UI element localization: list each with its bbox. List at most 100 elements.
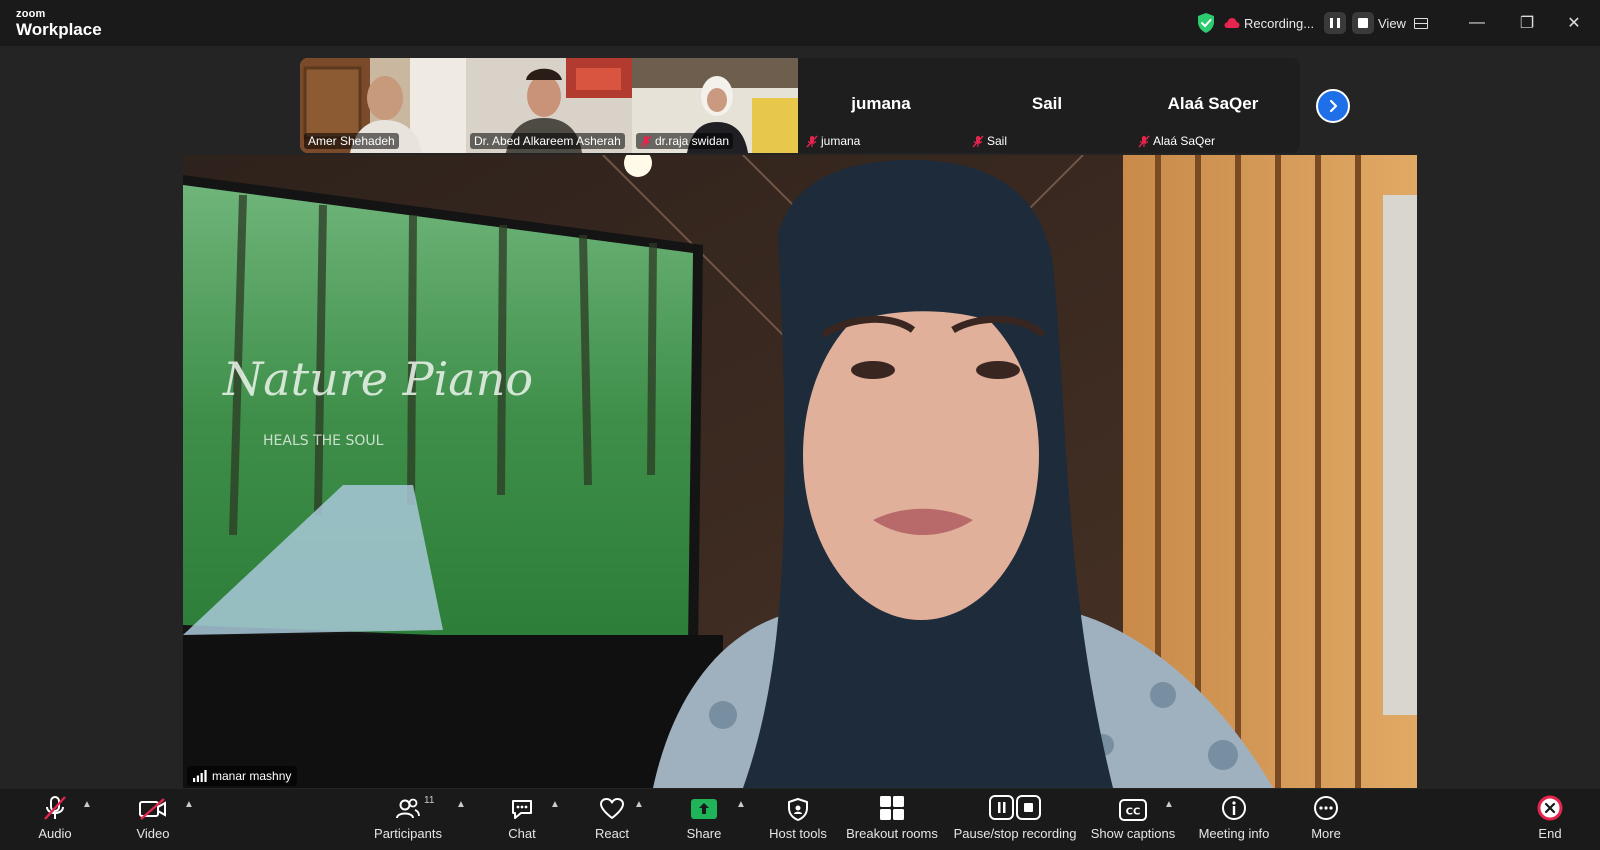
participant-tile[interactable]: jumana jumana <box>798 58 964 153</box>
pause-recording-button[interactable] <box>1324 12 1347 34</box>
muted-mic-icon <box>972 135 984 147</box>
muted-mic-icon <box>1138 135 1150 147</box>
participant-tile[interactable]: dr.raja swidan <box>632 58 798 153</box>
connection-signal-icon <box>193 770 207 782</box>
participant-name: Alaá SaQer <box>1153 134 1216 148</box>
participant-display-name: Alaá SaQer <box>1167 94 1259 113</box>
video-label: Video <box>136 826 170 841</box>
chat-options-caret[interactable]: ▲ <box>548 797 562 811</box>
chat-button[interactable]: Chat <box>505 789 539 850</box>
muted-mic-icon <box>640 135 652 147</box>
active-speaker-video[interactable]: Nature Piano HEALS THE SOUL manar mashny <box>183 155 1417 788</box>
speaker-video-frame: Nature Piano HEALS THE SOUL <box>183 155 1417 788</box>
stop-icon <box>1358 18 1369 28</box>
heart-icon <box>600 798 624 819</box>
participant-name-label: dr.raja swidan <box>636 133 734 149</box>
share-label: Share <box>686 826 722 841</box>
info-icon <box>1222 796 1246 820</box>
minimize-button[interactable]: — <box>1465 11 1489 35</box>
more-options-icon <box>1314 796 1338 820</box>
host-shield-icon <box>788 798 808 821</box>
more-button[interactable]: More <box>1306 789 1346 850</box>
audio-label: Audio <box>38 826 72 841</box>
video-off-icon <box>139 798 166 820</box>
participants-icon <box>396 798 420 819</box>
video-options-caret[interactable]: ▲ <box>182 797 196 811</box>
participant-thumbnail-strip: Amer Shehadeh Dr. Abed Alkareem Asherah <box>300 58 1300 153</box>
captions-options-caret[interactable]: ▲ <box>1162 797 1176 811</box>
participant-tile[interactable]: Amer Shehadeh <box>300 58 466 153</box>
participant-tile[interactable]: Alaá SaQer Alaá SaQer <box>1130 58 1296 153</box>
react-button[interactable]: React <box>592 789 632 850</box>
participants-count: 11 <box>424 795 435 806</box>
poster-subtitle: HEALS THE SOUL <box>263 433 384 449</box>
participant-tile[interactable]: Sail Sail <box>964 58 1130 153</box>
muted-mic-icon <box>806 135 818 147</box>
participant-name-label: Alaá SaQer <box>1134 133 1219 149</box>
audio-options-caret[interactable]: ▲ <box>80 797 94 811</box>
recording-label: Recording... <box>1244 15 1315 31</box>
participant-display-name: jumana <box>851 94 911 113</box>
meeting-toolbar: Audio ▲ Video ▲ Participants 11 ▲ Chat ▲… <box>0 789 1600 850</box>
host-tools-button[interactable]: Host tools <box>768 789 828 850</box>
show-captions-label: Show captions <box>1090 826 1176 841</box>
participant-tile[interactable]: Dr. Abed Alkareem Asherah <box>466 58 632 153</box>
participant-name-label: jumana <box>802 133 864 149</box>
view-grid-icon <box>1413 17 1428 29</box>
participant-name: Sail <box>987 134 1008 148</box>
captions-cc-icon: CC <box>1119 799 1147 821</box>
video-button[interactable]: Video <box>128 789 178 850</box>
view-label: View <box>1378 15 1406 31</box>
participant-name: dr.raja swidan <box>655 134 730 148</box>
breakout-rooms-button[interactable]: Breakout rooms <box>846 789 938 850</box>
recording-indicator: Recording... <box>1196 9 1375 37</box>
participant-name: jumana <box>821 134 861 148</box>
pause-stop-recording-button[interactable]: Pause/stop recording <box>954 789 1076 850</box>
muted-microphone-icon <box>44 796 66 820</box>
end-meeting-button[interactable]: End <box>1530 789 1570 850</box>
participant-name-label: Dr. Abed Alkareem Asherah <box>470 133 625 149</box>
meeting-info-label: Meeting info <box>1198 826 1270 841</box>
chat-bubble-icon <box>512 800 532 819</box>
pause-stop-recording-icon <box>989 795 1041 820</box>
meeting-info-button[interactable]: Meeting info <box>1196 789 1272 850</box>
participant-name: Dr. Abed Alkareem Asherah <box>474 134 621 148</box>
speaker-name: manar mashny <box>212 769 292 783</box>
close-window-button[interactable]: ✕ <box>1562 11 1586 35</box>
end-call-icon <box>1537 795 1563 821</box>
view-button[interactable]: View <box>1370 10 1436 36</box>
pause-icon <box>1330 18 1341 28</box>
zoom-meeting-window: zoom Workplace Recording... View — ❐ ✕ A… <box>0 0 1600 850</box>
poster-title: Nature Piano <box>222 352 533 406</box>
app-logo: zoom Workplace <box>16 8 102 39</box>
host-tools-label: Host tools <box>769 826 827 841</box>
participant-display-name: Sail <box>1031 94 1063 113</box>
share-screen-icon <box>691 799 717 819</box>
participants-button[interactable]: Participants <box>370 789 446 850</box>
minimize-icon: — <box>1469 14 1485 31</box>
breakout-rooms-label: Breakout rooms <box>846 826 938 841</box>
react-label: React <box>595 826 629 841</box>
chevron-right-icon <box>1329 99 1338 113</box>
title-bar: zoom Workplace Recording... View — ❐ ✕ <box>0 0 1600 46</box>
pause-stop-recording-label: Pause/stop recording <box>953 826 1077 841</box>
encryption-shield-icon[interactable] <box>1196 12 1216 34</box>
restore-icon: ❐ <box>1519 15 1535 32</box>
end-label: End <box>1538 826 1562 841</box>
participants-label: Participants <box>374 826 442 841</box>
restore-button[interactable]: ❐ <box>1515 11 1539 35</box>
more-label: More <box>1311 826 1341 841</box>
brand-small: zoom <box>16 8 46 20</box>
share-button[interactable]: Share <box>684 789 724 850</box>
audio-button[interactable]: Audio <box>32 789 78 850</box>
share-options-caret[interactable]: ▲ <box>734 797 748 811</box>
react-options-caret[interactable]: ▲ <box>632 797 646 811</box>
participant-name-label: Sail <box>968 133 1011 149</box>
cloud-recording-icon <box>1224 18 1240 28</box>
svg-text:CC: CC <box>1126 807 1141 818</box>
brand-big: Workplace <box>16 20 102 39</box>
next-page-button[interactable] <box>1316 89 1350 123</box>
close-icon: ✕ <box>1567 15 1581 32</box>
breakout-rooms-icon <box>880 796 904 820</box>
participants-options-caret[interactable]: ▲ <box>454 797 468 811</box>
